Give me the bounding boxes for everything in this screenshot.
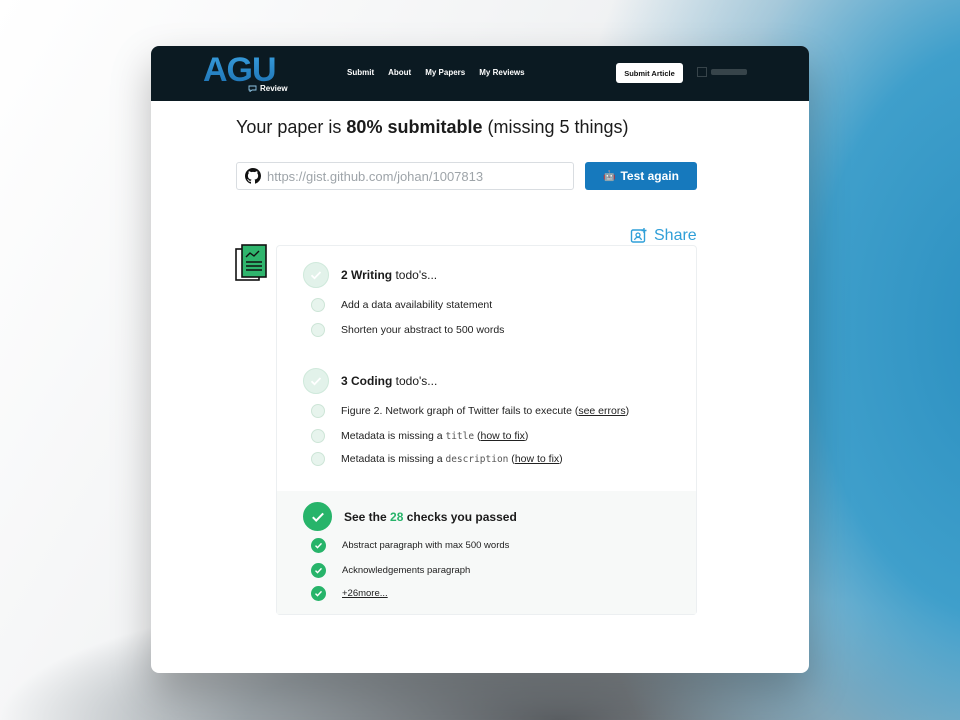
robot-icon: 🤖 [603,170,616,182]
logo-sub-text: Review [260,84,288,93]
test-again-label: Test again [620,169,679,183]
headline-percent: 80% submitable [346,117,483,137]
metadata-field-description: description [445,454,509,465]
passed-title: See the 28 checks you passed [344,510,517,524]
coding-section-header: 3 Coding todo's... [303,368,437,394]
todo-checkbox[interactable] [311,323,325,337]
metadata-field-title: title [445,431,475,442]
todo-text: Shorten your abstract to 500 words [341,324,505,336]
writing-title-bold: 2 Writing [341,268,393,282]
todo-item[interactable]: Figure 2. Network graph of Twitter fails… [311,404,629,418]
writing-title: 2 Writing todo's... [341,268,437,282]
todo-item[interactable]: Shorten your abstract to 500 words [311,323,504,337]
check-icon [311,538,326,553]
gist-url-field[interactable] [236,162,574,190]
todo-item[interactable]: Add a data availability statement [311,298,492,312]
writing-status-check-icon [303,262,329,288]
coding-item3-text: Metadata is missing a [341,453,446,465]
checklist-card: 2 Writing todo's... Add a data availabil… [276,245,697,615]
passed-item: Abstract paragraph with max 500 words [311,538,509,553]
headline-prefix: Your paper is [236,117,347,137]
passed-title-suffix: checks you passed [403,509,517,524]
coding-item2-text: Metadata is missing a [341,430,446,442]
faded-account-menu [697,67,747,77]
todo-item[interactable]: Metadata is missing a description (how t… [311,452,563,466]
show-more-link[interactable]: +26more... [342,588,388,599]
passed-item[interactable]: +26more... [311,586,388,601]
coding-item1-text: Figure 2. Network graph of Twitter fails… [341,405,579,417]
share-label: Share [654,227,697,244]
nav-my-papers[interactable]: My Papers [425,68,465,77]
todo-text: Metadata is missing a description (how t… [341,453,563,465]
submit-article-button[interactable]: Submit Article [616,63,683,83]
headline-suffix: (missing 5 things) [482,117,629,137]
passed-more-container: +26more... [342,588,388,599]
passed-text: Abstract paragraph with max 500 words [342,540,510,551]
coding-title: 3 Coding todo's... [341,374,437,388]
test-again-button[interactable]: 🤖 Test again [585,162,697,190]
todo-checkbox[interactable] [311,452,325,466]
coding-item1-end: ) [625,405,630,417]
todo-text: Metadata is missing a title (how to fix) [341,430,528,442]
agu-review-logo[interactable]: AGU Review [203,51,291,97]
writing-section-header: 2 Writing todo's... [303,262,437,288]
coding-item2-end: ) [524,430,529,442]
nav-submit[interactable]: Submit [347,68,374,77]
coding-title-rest: todo's... [392,374,438,388]
see-errors-link[interactable]: see errors [578,405,625,417]
todo-text: Add a data availability statement [341,299,493,311]
how-to-fix-link[interactable]: how to fix [515,453,559,465]
logo-review-label: Review [248,84,288,93]
github-icon [245,168,261,184]
chat-bubble-icon [248,85,257,92]
todo-checkbox[interactable] [311,429,325,443]
coding-item3-end: ) [559,453,563,465]
passed-text: Acknowledgements paragraph [342,565,471,576]
todo-checkbox[interactable] [311,404,325,418]
passed-title-prefix: See the [344,509,391,524]
share-button[interactable]: Share [630,227,697,245]
passed-count: 28 [390,509,404,524]
page-title: Your paper is 80% submitable (missing 5 … [236,117,629,138]
check-icon [311,586,326,601]
coding-status-check-icon [303,368,329,394]
top-navbar: AGU Review Submit About My Papers My Rev… [151,46,809,101]
writing-title-rest: todo's... [392,268,438,282]
passed-item: Acknowledgements paragraph [311,563,470,578]
todo-item[interactable]: Metadata is missing a title (how to fix) [311,429,528,443]
passed-check-icon [303,502,332,531]
check-icon [311,563,326,578]
todo-text: Figure 2. Network graph of Twitter fails… [341,405,629,417]
share-icon [630,228,647,243]
main-nav: Submit About My Papers My Reviews [347,68,525,77]
coding-title-bold: 3 Coding [341,374,393,388]
app-window: AGU Review Submit About My Papers My Rev… [151,46,809,673]
faded-account-icon [697,67,707,77]
gist-url-input[interactable] [267,168,557,184]
nav-about[interactable]: About [388,68,411,77]
faded-account-label [711,69,747,75]
how-to-fix-link[interactable]: how to fix [481,430,525,442]
passed-section-header: See the 28 checks you passed [303,502,517,531]
todo-checkbox[interactable] [311,298,325,312]
nav-my-reviews[interactable]: My Reviews [479,68,524,77]
document-chart-icon [235,244,267,281]
